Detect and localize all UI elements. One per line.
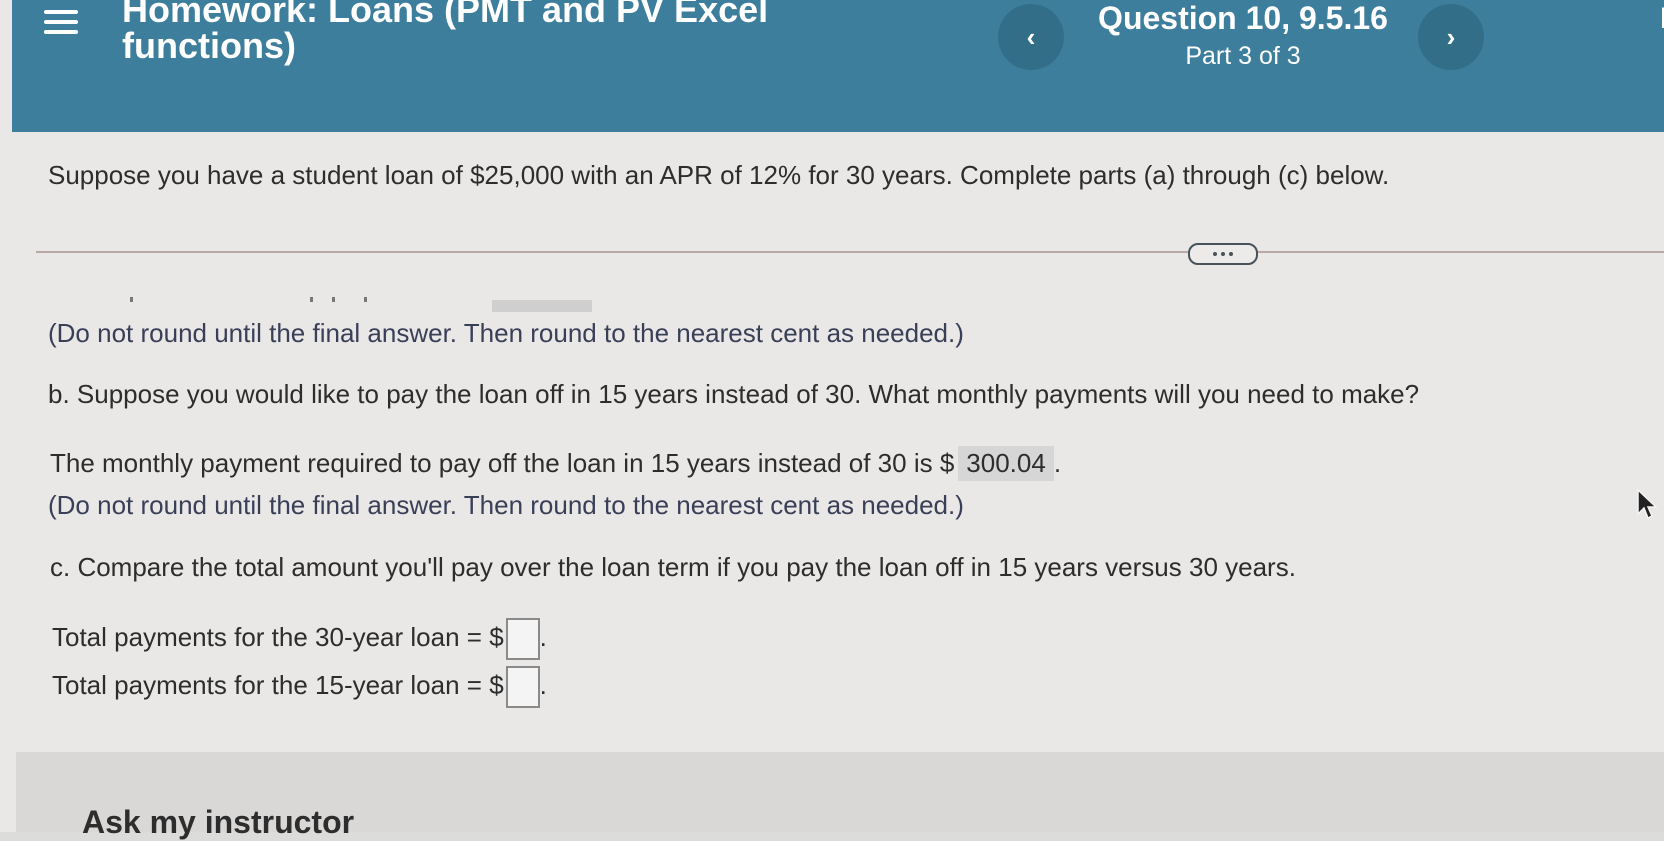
problem-intro: Suppose you have a student loan of $25,0… [48, 160, 1390, 190]
question-number: Question 10, 9.5.16 [1098, 0, 1388, 36]
chevron-right-icon: › [1446, 21, 1456, 52]
dot-icon [1213, 252, 1217, 256]
total-15-period: . [539, 669, 547, 700]
next-question-button[interactable]: › [1418, 4, 1484, 70]
total-15-line: Total payments for the 15-year loan = $. [52, 666, 547, 708]
faded-text-fragment [332, 297, 335, 302]
rounding-note-a: (Do not round until the final answer. Th… [48, 318, 964, 348]
dot-icon [1221, 252, 1225, 256]
part-b-question: b. Suppose you would like to pay the loa… [48, 379, 1420, 409]
part-c-question: c. Compare the total amount you'll pay o… [50, 552, 1296, 582]
dot-icon [1229, 252, 1233, 256]
total-30-period: . [539, 621, 547, 652]
expand-more-button[interactable] [1188, 243, 1258, 265]
faded-answer-highlight [492, 300, 592, 312]
total-30-line: Total payments for the 30-year loan = $. [52, 618, 547, 660]
homework-title: Homework: Loans (PMT and PV Excel functi… [122, 0, 769, 66]
page: Homework: Loans (PMT and PV Excel functi… [0, 0, 1664, 840]
faded-text-fragment [310, 297, 313, 302]
header-bar: Homework: Loans (PMT and PV Excel functi… [12, 0, 1664, 132]
part-b-answer-line: The monthly payment required to pay off … [50, 446, 1061, 481]
help-menu-label[interactable]: H [1660, 2, 1664, 36]
part-b-answer-value[interactable]: 300.04 [958, 446, 1054, 481]
question-part: Part 3 of 3 [1185, 42, 1301, 70]
hamburger-menu-icon[interactable] [44, 6, 82, 38]
faded-text-fragment [364, 297, 367, 302]
section-divider [36, 251, 1664, 253]
part-b-answer-suffix: . [1053, 448, 1062, 478]
faded-text-fragment [130, 297, 133, 302]
rounding-note-b: (Do not round until the final answer. Th… [48, 490, 964, 520]
part-b-answer-prefix: The monthly payment required to pay off … [50, 448, 955, 478]
ask-instructor-link[interactable]: Ask my instructor [82, 804, 354, 841]
total-15-input[interactable] [505, 666, 540, 708]
total-30-label: Total payments for the 30-year loan = $ [52, 621, 504, 652]
mouse-pointer-icon [1637, 488, 1658, 520]
total-15-label: Total payments for the 15-year loan = $ [52, 669, 504, 700]
previous-question-button[interactable]: ‹ [998, 4, 1064, 70]
total-30-input[interactable] [505, 618, 540, 660]
chevron-left-icon: ‹ [1026, 21, 1036, 52]
